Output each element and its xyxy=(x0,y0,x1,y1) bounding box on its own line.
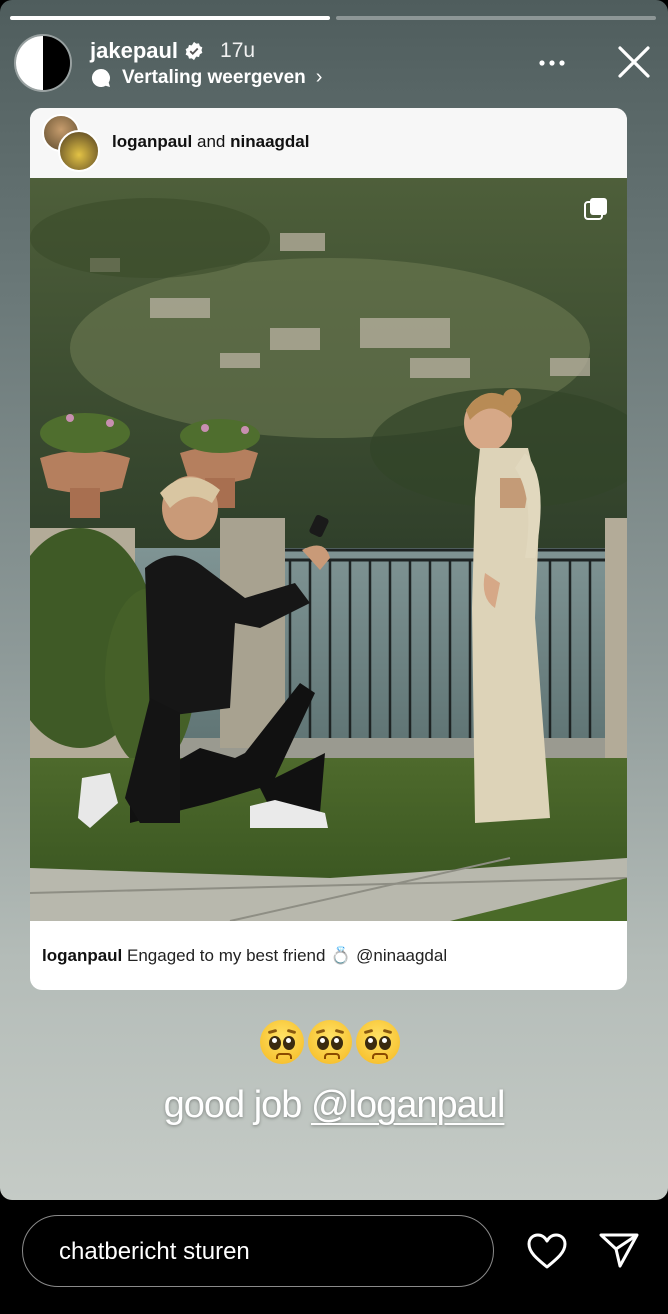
avatar[interactable] xyxy=(16,36,70,90)
coauthors-line[interactable]: loganpaul and ninaagdal xyxy=(112,132,309,152)
pleading-emojis xyxy=(260,1020,400,1064)
overlay-mention[interactable]: @loganpaul xyxy=(311,1084,505,1126)
close-x-icon[interactable] xyxy=(616,44,652,80)
story-overlay-text: good job @loganpaul xyxy=(0,1084,668,1127)
overlay-text-prefix: good job xyxy=(163,1084,303,1126)
and-word: and xyxy=(197,132,226,151)
story-view[interactable]: jakepaul 17u Vertaling weergeven › logan… xyxy=(0,0,668,1200)
caption-mention[interactable]: @ninaagdal xyxy=(356,946,447,965)
translate-bubble-icon xyxy=(91,68,110,87)
post-time: 17u xyxy=(220,39,256,62)
caption-text: Engaged to my best friend xyxy=(127,946,326,965)
translate-link[interactable]: Vertaling weergeven › xyxy=(90,66,322,89)
coauthor-2[interactable]: ninaagdal xyxy=(230,132,309,151)
pleading-face-emoji-2 xyxy=(308,1020,352,1064)
send-paper-plane-icon[interactable] xyxy=(598,1230,640,1270)
coauthor-1[interactable]: loganpaul xyxy=(112,132,192,151)
engagement-photo xyxy=(30,178,627,921)
verified-badge-icon xyxy=(185,41,203,61)
username[interactable]: jakepaul xyxy=(90,38,178,64)
translate-label: Vertaling weergeven xyxy=(122,66,306,88)
shared-post-card[interactable]: loganpaul and ninaagdal loganpaul Engage… xyxy=(30,108,627,990)
username-row[interactable]: jakepaul 17u xyxy=(90,38,255,64)
story-progress xyxy=(10,16,656,20)
pleading-face-emoji-1 xyxy=(260,1020,304,1064)
message-placeholder: chatbericht sturen xyxy=(59,1238,250,1265)
post-header: loganpaul and ninaagdal xyxy=(30,108,627,178)
coauthor-avatar-2[interactable] xyxy=(58,130,100,172)
reply-bar: chatbericht sturen xyxy=(0,1200,668,1314)
caption-username[interactable]: loganpaul xyxy=(42,946,122,965)
message-input[interactable]: chatbericht sturen xyxy=(22,1215,494,1287)
progress-segment-1 xyxy=(10,16,330,20)
progress-segment-2 xyxy=(336,16,656,20)
story-header: jakepaul 17u Vertaling weergeven › xyxy=(16,34,652,94)
pleading-face-emoji-3 xyxy=(356,1020,400,1064)
heart-icon[interactable] xyxy=(526,1232,568,1270)
more-dots-icon[interactable] xyxy=(534,48,570,78)
post-photo[interactable] xyxy=(30,178,627,921)
ring-emoji: 💍 xyxy=(330,946,352,965)
chevron-right-icon: › xyxy=(315,66,323,88)
post-caption: loganpaul Engaged to my best friend 💍 @n… xyxy=(42,946,447,966)
multiple-photos-icon xyxy=(584,198,607,220)
